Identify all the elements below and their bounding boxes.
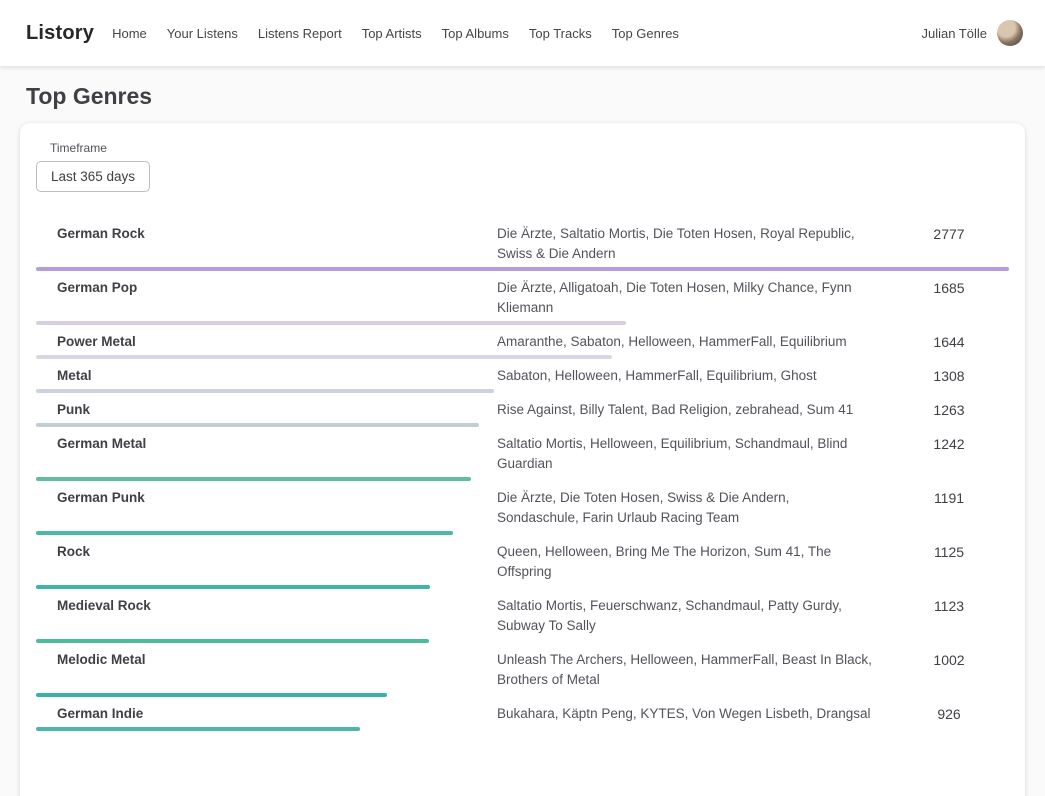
- genre-artists: Bukahara, Käptn Peng, KYTES, Von Wegen L…: [497, 704, 873, 724]
- genre-progress-bar: [36, 355, 1009, 359]
- genre-name: German Rock: [36, 224, 481, 264]
- genre-count: 1308: [889, 366, 1009, 384]
- genre-count: 2777: [889, 224, 1009, 242]
- genre-name: Rock: [36, 542, 481, 582]
- page-content: Top Genres Timeframe Last 365 days Germa…: [0, 83, 1045, 796]
- genre-count: 1644: [889, 332, 1009, 350]
- genre-row: Melodic Metal Unleash The Archers, Hellow…: [36, 650, 1009, 697]
- genre-count: 1125: [889, 542, 1009, 560]
- genre-progress-bar: [36, 639, 1009, 643]
- genre-progress-bar: [36, 267, 1009, 271]
- genre-row: German Metal Saltatio Mortis, Helloween, …: [36, 434, 1009, 481]
- genre-name: German Metal: [36, 434, 481, 474]
- genre-name: Melodic Metal: [36, 650, 481, 690]
- genre-row: Medieval Rock Saltatio Mortis, Feuerschwa…: [36, 596, 1009, 643]
- genre-name: Power Metal: [36, 332, 481, 352]
- genre-progress-bar: [36, 585, 1009, 589]
- genre-artists: Unleash The Archers, Helloween, HammerFa…: [497, 650, 873, 690]
- genre-count: 1002: [889, 650, 1009, 668]
- user-avatar[interactable]: [997, 20, 1023, 46]
- nav-item-listens-report[interactable]: Listens Report: [258, 26, 342, 41]
- main-nav: Home Your Listens Listens Report Top Artist…: [112, 26, 921, 41]
- genre-progress-bar: [36, 389, 1009, 393]
- genre-artists: Die Ärzte, Alligatoah, Die Toten Hosen, …: [497, 278, 873, 318]
- timeframe-select[interactable]: Last 365 days: [36, 161, 150, 192]
- genre-progress-bar: [36, 531, 1009, 535]
- genre-name: Medieval Rock: [36, 596, 481, 636]
- nav-item-top-artists[interactable]: Top Artists: [362, 26, 422, 41]
- genre-artists: Saltatio Mortis, Helloween, Equilibrium,…: [497, 434, 873, 474]
- genre-count: 1242: [889, 434, 1009, 452]
- genre-progress-bar: [36, 477, 1009, 481]
- genre-row: German Indie Bukahara, Käptn Peng, KYTES,…: [36, 704, 1009, 731]
- genre-progress-bar: [36, 727, 1009, 731]
- app-logo[interactable]: Listory: [26, 22, 94, 45]
- genres-table: German Rock Die Ärzte, Saltatio Mortis, D…: [36, 224, 1009, 731]
- genre-name: German Indie: [36, 704, 481, 724]
- nav-item-top-genres[interactable]: Top Genres: [612, 26, 679, 41]
- top-nav-bar: Listory Home Your Listens Listens Report To…: [0, 0, 1045, 66]
- genre-progress-bar: [36, 693, 1009, 697]
- genre-name: German Punk: [36, 488, 481, 528]
- genre-row: German Rock Die Ärzte, Saltatio Mortis, D…: [36, 224, 1009, 271]
- genre-count: 1263: [889, 400, 1009, 418]
- genre-row: German Punk Die Ärzte, Die Toten Hosen, S…: [36, 488, 1009, 535]
- genre-row: Rock Queen, Helloween, Bring Me The Horiz…: [36, 542, 1009, 589]
- genre-artists: Die Ärzte, Saltatio Mortis, Die Toten Ho…: [497, 224, 873, 264]
- nav-item-top-tracks[interactable]: Top Tracks: [529, 26, 592, 41]
- user-menu[interactable]: Julian Tölle: [921, 20, 1023, 46]
- timeframe-label: Timeframe: [50, 141, 1009, 155]
- genre-count: 1191: [889, 488, 1009, 506]
- nav-item-home[interactable]: Home: [112, 26, 147, 41]
- nav-item-top-albums[interactable]: Top Albums: [442, 26, 509, 41]
- genre-name: Punk: [36, 400, 481, 420]
- genre-count: 1123: [889, 596, 1009, 614]
- genre-artists: Rise Against, Billy Talent, Bad Religion…: [497, 400, 873, 420]
- genre-artists: Sabaton, Helloween, HammerFall, Equilibr…: [497, 366, 873, 386]
- nav-item-your-listens[interactable]: Your Listens: [167, 26, 238, 41]
- genre-artists: Die Ärzte, Die Toten Hosen, Swiss & Die …: [497, 488, 873, 528]
- genre-artists: Queen, Helloween, Bring Me The Horizon, …: [497, 542, 873, 582]
- page-title: Top Genres: [26, 83, 1025, 110]
- user-name: Julian Tölle: [921, 26, 987, 41]
- genre-artists: Amaranthe, Sabaton, Helloween, HammerFal…: [497, 332, 873, 352]
- genre-row: German Pop Die Ärzte, Alligatoah, Die Tot…: [36, 278, 1009, 325]
- top-genres-card: Timeframe Last 365 days German Rock Die Ä…: [20, 123, 1025, 796]
- genre-count: 926: [889, 704, 1009, 722]
- genre-progress-bar: [36, 423, 1009, 427]
- genre-row: Power Metal Amaranthe, Sabaton, Helloween…: [36, 332, 1009, 359]
- genre-row: Metal Sabaton, Helloween, HammerFall, Equ…: [36, 366, 1009, 393]
- genre-artists: Saltatio Mortis, Feuerschwanz, Schandmau…: [497, 596, 873, 636]
- genre-count: 1685: [889, 278, 1009, 296]
- genre-progress-bar: [36, 321, 1009, 325]
- genre-name: Metal: [36, 366, 481, 386]
- genre-name: German Pop: [36, 278, 481, 318]
- genre-row: Punk Rise Against, Billy Talent, Bad Reli…: [36, 400, 1009, 427]
